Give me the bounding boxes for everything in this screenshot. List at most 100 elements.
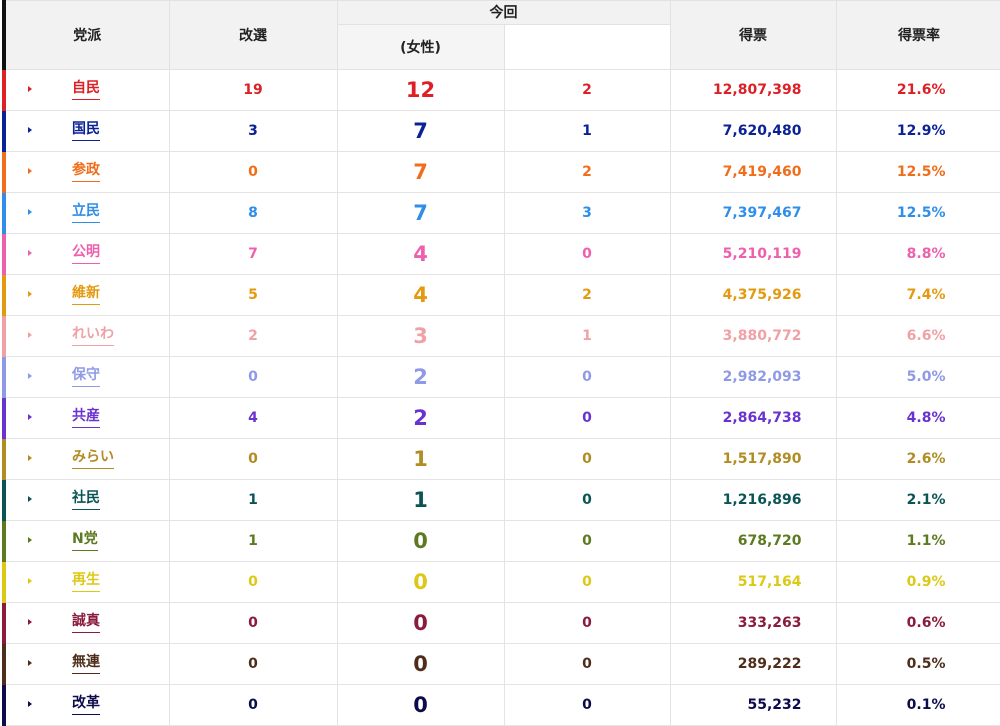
header-konkai[interactable]: 今回 [336,0,671,25]
votes-value: 2,982,093 [669,356,837,398]
table-row: 参政 0 7 2 7,419,460 12.5% [2,151,1000,193]
party-cell: 自民 [2,69,170,111]
konkai-value: 2 [336,356,505,398]
expand-arrow-icon[interactable] [28,291,32,297]
table-row: 共産 4 2 0 2,864,738 4.8% [2,397,1000,439]
expand-arrow-icon[interactable] [28,373,32,379]
header-votes[interactable]: 得票 [669,0,837,70]
vote-rate-value: 8.8% [835,233,1000,275]
votes-value: 1,216,896 [669,479,837,521]
konkai-value: 0 [336,684,505,726]
expand-arrow-icon[interactable] [28,537,32,543]
female-value: 0 [503,561,671,603]
party-name-link[interactable]: 維新 [72,284,100,305]
party-name-link[interactable]: 再生 [72,571,100,592]
header-rate[interactable]: 得票率 [835,0,1000,70]
header-row: 党派 改選 今回 得票 得票率 [2,0,1000,70]
header-female[interactable]: (女性) [336,24,505,70]
vote-rate-value: 12.9% [835,110,1000,152]
kaisen-value: 0 [168,438,338,480]
expand-arrow-icon[interactable] [28,619,32,625]
female-value: 0 [503,602,671,644]
kaisen-value: 0 [168,684,338,726]
expand-arrow-icon[interactable] [28,496,32,502]
party-cell: 保守 [2,356,170,398]
votes-value: 1,517,890 [669,438,837,480]
konkai-value: 4 [336,274,505,316]
vote-rate-value: 1.1% [835,520,1000,562]
konkai-value: 0 [336,602,505,644]
table-row: 保守 0 2 0 2,982,093 5.0% [2,356,1000,398]
party-name-link[interactable]: N党 [72,530,98,551]
party-name-link[interactable]: 保守 [72,366,100,387]
table-row: 自民 19 12 2 12,807,398 21.6% [2,69,1000,111]
party-name-link[interactable]: みらい [72,448,114,469]
party-cell: 改革 [2,684,170,726]
kaisen-value: 5 [168,274,338,316]
party-name-link[interactable]: 無連 [72,653,100,674]
female-value: 1 [503,315,671,357]
party-cell: 参政 [2,151,170,193]
expand-arrow-icon[interactable] [28,209,32,215]
header-kaisen[interactable]: 改選 [168,0,338,70]
expand-arrow-icon[interactable] [28,455,32,461]
party-name-link[interactable]: 公明 [72,243,100,264]
expand-arrow-icon[interactable] [28,127,32,133]
kaisen-value: 0 [168,643,338,685]
votes-value: 7,620,480 [669,110,837,152]
kaisen-value: 4 [168,397,338,439]
konkai-value: 0 [336,520,505,562]
expand-arrow-icon[interactable] [28,414,32,420]
kaisen-value: 8 [168,192,338,234]
votes-value: 289,222 [669,643,837,685]
table-row: 再生 0 0 0 517,164 0.9% [2,561,1000,603]
female-value: 0 [503,479,671,521]
kaisen-value: 0 [168,151,338,193]
party-name-link[interactable]: 改革 [72,694,100,715]
party-name-link[interactable]: 国民 [72,120,100,141]
party-cell: 公明 [2,233,170,275]
table-row: 公明 7 4 0 5,210,119 8.8% [2,233,1000,275]
party-name-link[interactable]: 誠真 [72,612,100,633]
party-cell: 立民 [2,192,170,234]
female-value: 3 [503,192,671,234]
party-cell: 再生 [2,561,170,603]
konkai-value: 4 [336,233,505,275]
votes-value: 4,375,926 [669,274,837,316]
party-name-link[interactable]: 共産 [72,407,100,428]
party-cell: 誠真 [2,602,170,644]
expand-arrow-icon[interactable] [28,332,32,338]
votes-value: 7,397,467 [669,192,837,234]
votes-value: 12,807,398 [669,69,837,111]
female-value: 2 [503,274,671,316]
konkai-value: 0 [336,561,505,603]
female-value: 1 [503,110,671,152]
votes-value: 3,880,772 [669,315,837,357]
vote-rate-value: 5.0% [835,356,1000,398]
table-row: 無連 0 0 0 289,222 0.5% [2,643,1000,685]
vote-rate-value: 7.4% [835,274,1000,316]
header-party[interactable]: 党派 [2,0,170,70]
vote-rate-value: 0.6% [835,602,1000,644]
expand-arrow-icon[interactable] [28,701,32,707]
party-name-link[interactable]: 立民 [72,202,100,223]
konkai-value: 12 [336,69,505,111]
election-results-table: 党派 改選 今回 得票 得票率 (女性) 自民 19 12 2 12,807,398 21… [2,0,1000,726]
expand-arrow-icon[interactable] [28,168,32,174]
expand-arrow-icon[interactable] [28,660,32,666]
vote-rate-value: 0.1% [835,684,1000,726]
expand-arrow-icon[interactable] [28,578,32,584]
party-cell: れいわ [2,315,170,357]
expand-arrow-icon[interactable] [28,86,32,92]
expand-arrow-icon[interactable] [28,250,32,256]
party-name-link[interactable]: 自民 [72,79,100,100]
konkai-value: 7 [336,110,505,152]
party-name-link[interactable]: 参政 [72,161,100,182]
party-name-link[interactable]: 社民 [72,489,100,510]
votes-value: 517,164 [669,561,837,603]
female-value: 0 [503,356,671,398]
kaisen-value: 1 [168,479,338,521]
vote-rate-value: 12.5% [835,151,1000,193]
party-name-link[interactable]: れいわ [72,325,114,346]
votes-value: 2,864,738 [669,397,837,439]
